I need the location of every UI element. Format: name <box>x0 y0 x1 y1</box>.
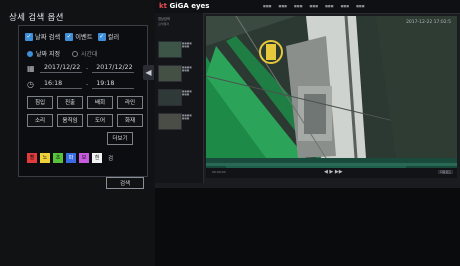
video-app-screenshot: kt GiGA eyes ■■■ ■■■ ■■■ ■■■ ■■■ ■■■ ■■■ 영상검색 … <box>155 0 460 188</box>
time-start-field[interactable]: 16:18 <box>40 80 82 89</box>
checkbox-color[interactable]: ✓ 컬러 <box>97 32 120 41</box>
checkbox-date-search[interactable]: ✓ 날짜 검색 <box>25 32 60 41</box>
play-icon[interactable]: ◀ ▶ ▶▶ <box>324 169 343 175</box>
calendar-icon: ▦ <box>27 64 35 73</box>
video-frame[interactable]: 2017-12-22 17:02:5 <box>206 16 457 158</box>
checkbox-label: 날짜 검색 <box>35 34 61 41</box>
checkbox-icon: ✓ <box>25 32 33 41</box>
checkbox-event[interactable]: ✓ 이벤트 <box>65 32 93 41</box>
checkbox-label: 컬러 <box>107 34 120 41</box>
checkbox-icon: ✓ <box>97 32 106 41</box>
clock-icon: ◷ <box>27 80 34 89</box>
event-button-loitering[interactable]: 배회 <box>87 96 113 109</box>
radio-icon <box>72 50 78 57</box>
playback-controls: 00:00:00 ◀ ▶ ▶▶ 다운로드 <box>206 168 457 178</box>
search-options-panel: 상세 검색 옵션 ✓ 날짜 검색 ✓ 이벤트 ✓ 컬러 날짜 지정 시간대 ▦ … <box>0 0 155 266</box>
app-sidebar: 영상검색 검색결과 ■■■■ ■■■ ■■■■ ■■■ ■■■■ ■■■ ■■■■ ■■… <box>155 13 204 183</box>
color-swatch-blue[interactable]: 파 <box>66 153 76 163</box>
color-swatch-red[interactable]: 빨 <box>27 153 37 163</box>
checkbox-label: 이벤트 <box>75 34 93 41</box>
panel-title: 상세 검색 옵션 <box>9 13 64 23</box>
time-separator: - <box>86 81 89 88</box>
app-nav: ■■■ ■■■ ■■■ ■■■ ■■■ ■■■ ■■■ <box>263 4 365 8</box>
video-timestamp: 2017-12-22 17:02:5 <box>406 20 451 25</box>
options-card: ✓ 날짜 검색 ✓ 이벤트 ✓ 컬러 날짜 지정 시간대 ▦ 2017/12/2… <box>18 25 148 177</box>
color-swatch-green[interactable]: 초 <box>53 153 63 163</box>
thumbnail[interactable] <box>158 65 182 82</box>
color-swatch-purple[interactable]: 보 <box>79 153 89 163</box>
sidebar-title: 영상검색 <box>158 17 170 21</box>
radio-label: 날짜 지정 <box>36 51 60 58</box>
date-start-field[interactable]: 2017/12/22 <box>40 64 82 73</box>
event-button-door[interactable]: 도어 <box>87 114 113 127</box>
sidebar-subtitle: 검색결과 <box>158 22 170 26</box>
app-logo: kt GiGA eyes <box>159 2 210 10</box>
date-end-field[interactable]: 2017/12/22 <box>92 64 135 73</box>
event-button-line[interactable]: 라인 <box>117 96 143 109</box>
event-button-intrusion[interactable]: 침입 <box>27 96 53 109</box>
app-topbar: kt GiGA eyes ■■■ ■■■ ■■■ ■■■ ■■■ ■■■ ■■■ <box>155 0 460 14</box>
event-button-sound[interactable]: 소리 <box>27 114 53 127</box>
download-button[interactable]: 다운로드 <box>437 170 453 174</box>
event-button-motion[interactable]: 움직임 <box>57 114 83 127</box>
event-grid: 침입 진출 배회 라인 소리 움직임 도어 화재 <box>27 96 143 127</box>
radio-date-specify[interactable]: 날짜 지정 <box>27 49 60 58</box>
color-swatch-white[interactable]: 흰 <box>92 153 102 163</box>
thumbnail[interactable] <box>158 41 182 58</box>
checkbox-icon: ✓ <box>65 32 74 41</box>
thumbnail[interactable] <box>158 89 182 106</box>
time-end-field[interactable]: 19:18 <box>92 80 135 89</box>
color-swatches: 빨 노 초 파 보 흰 검 <box>27 153 113 163</box>
video-scene <box>206 16 457 158</box>
radio-icon <box>27 50 33 57</box>
search-button[interactable]: 검색 <box>106 177 144 189</box>
event-button-entry[interactable]: 진출 <box>57 96 83 109</box>
timeline-bar[interactable] <box>206 158 457 173</box>
color-swatch-black[interactable]: 검 <box>108 154 113 162</box>
color-swatch-yellow[interactable]: 노 <box>40 153 50 163</box>
radio-label: 시간대 <box>81 51 98 58</box>
thumbnail[interactable] <box>158 113 182 130</box>
collapse-arrow-icon[interactable]: ◀ <box>143 65 154 80</box>
playback-time: 00:00:00 <box>212 170 226 174</box>
date-separator: - <box>86 65 89 72</box>
radio-time-range[interactable]: 시간대 <box>72 49 98 58</box>
more-button[interactable]: 더보기 <box>107 132 133 145</box>
event-button-fire[interactable]: 화재 <box>117 114 143 127</box>
